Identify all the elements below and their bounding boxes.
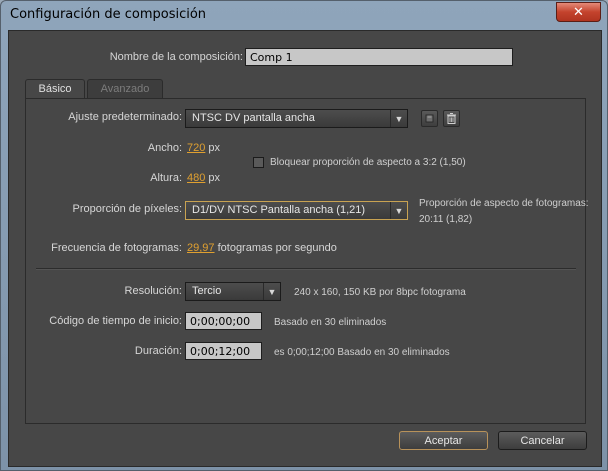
width-unit: px <box>208 142 221 154</box>
chevron-down-icon: ▼ <box>263 283 280 300</box>
frame-aspect-label: Proporción de aspecto de fotogramas: <box>419 198 589 209</box>
width-field: 720 px <box>187 142 220 154</box>
frame-aspect-value: 20:11 (1,82) <box>419 214 473 225</box>
dialog-body: Nombre de la composición: Comp 1 Básico … <box>8 30 602 467</box>
resolution-label: Resolución: <box>124 285 182 297</box>
height-value[interactable]: 480 <box>187 172 205 184</box>
resolution-dropdown[interactable]: Tercio ▼ <box>185 282 281 301</box>
width-value[interactable]: 720 <box>187 142 205 154</box>
height-unit: px <box>208 172 221 184</box>
frame-rate-field: 29,97 fotogramas por segundo <box>187 242 337 254</box>
save-preset-icon <box>425 114 434 123</box>
title-bar[interactable]: Configuración de composición ✕ <box>1 1 607 29</box>
tab-basico[interactable]: Básico <box>25 79 85 99</box>
preset-dropdown[interactable]: NTSC DV pantalla ancha ▼ <box>185 109 408 128</box>
dialog-window: Configuración de composición ✕ Nombre de… <box>0 0 608 471</box>
frame-rate-label: Frecuencia de fotogramas: <box>51 242 182 254</box>
save-preset-button[interactable] <box>421 110 438 127</box>
width-label: Ancho: <box>147 142 182 154</box>
frame-rate-value[interactable]: 29,97 <box>187 242 215 254</box>
delete-preset-button[interactable] <box>443 110 460 127</box>
section-divider <box>36 268 576 270</box>
window-title: Configuración de composición <box>10 7 207 22</box>
frame-rate-unit: fotogramas por segundo <box>217 242 337 254</box>
trash-icon <box>447 113 456 124</box>
pixel-aspect-label: Proporción de píxeles: <box>72 203 182 215</box>
preset-value: NTSC DV pantalla ancha <box>192 112 315 124</box>
lock-aspect-label: Bloquear proporción de aspecto a 3:2 (1,… <box>270 157 466 168</box>
basic-settings-panel: Ajuste predeterminado: NTSC DV pantalla … <box>25 98 589 424</box>
duration-label: Duración: <box>134 345 182 357</box>
resolution-value: Tercio <box>192 285 222 297</box>
preset-label: Ajuste predeterminado: <box>68 111 182 123</box>
ok-button[interactable]: Aceptar <box>399 431 488 450</box>
height-field: 480 px <box>187 172 220 184</box>
close-icon: ✕ <box>573 4 584 20</box>
start-timecode-info: Basado en 30 eliminados <box>274 317 387 328</box>
resolution-info: 240 x 160, 150 KB por 8bpc fotograma <box>294 287 466 298</box>
pixel-aspect-value: D1/DV NTSC Pantalla ancha (1,21) <box>192 204 366 216</box>
start-timecode-input[interactable]: 0;00;00;00 <box>185 312 262 330</box>
lock-aspect-checkbox[interactable] <box>253 157 264 168</box>
duration-info: es 0;00;12;00 Basado en 30 eliminados <box>274 347 450 358</box>
tab-avanzado[interactable]: Avanzado <box>87 79 163 98</box>
height-label: Altura: <box>150 172 182 184</box>
cancel-button[interactable]: Cancelar <box>498 431 587 450</box>
chevron-down-icon: ▼ <box>390 110 407 127</box>
pixel-aspect-dropdown[interactable]: D1/DV NTSC Pantalla ancha (1,21) ▼ <box>185 201 408 220</box>
chevron-down-icon: ▼ <box>390 202 407 219</box>
comp-name-label: Nombre de la composición: <box>109 51 243 63</box>
start-timecode-label: Código de tiempo de inicio: <box>49 315 182 327</box>
duration-input[interactable]: 0;00;12;00 <box>185 342 262 360</box>
close-button[interactable]: ✕ <box>556 2 601 22</box>
comp-name-input[interactable]: Comp 1 <box>245 48 513 66</box>
